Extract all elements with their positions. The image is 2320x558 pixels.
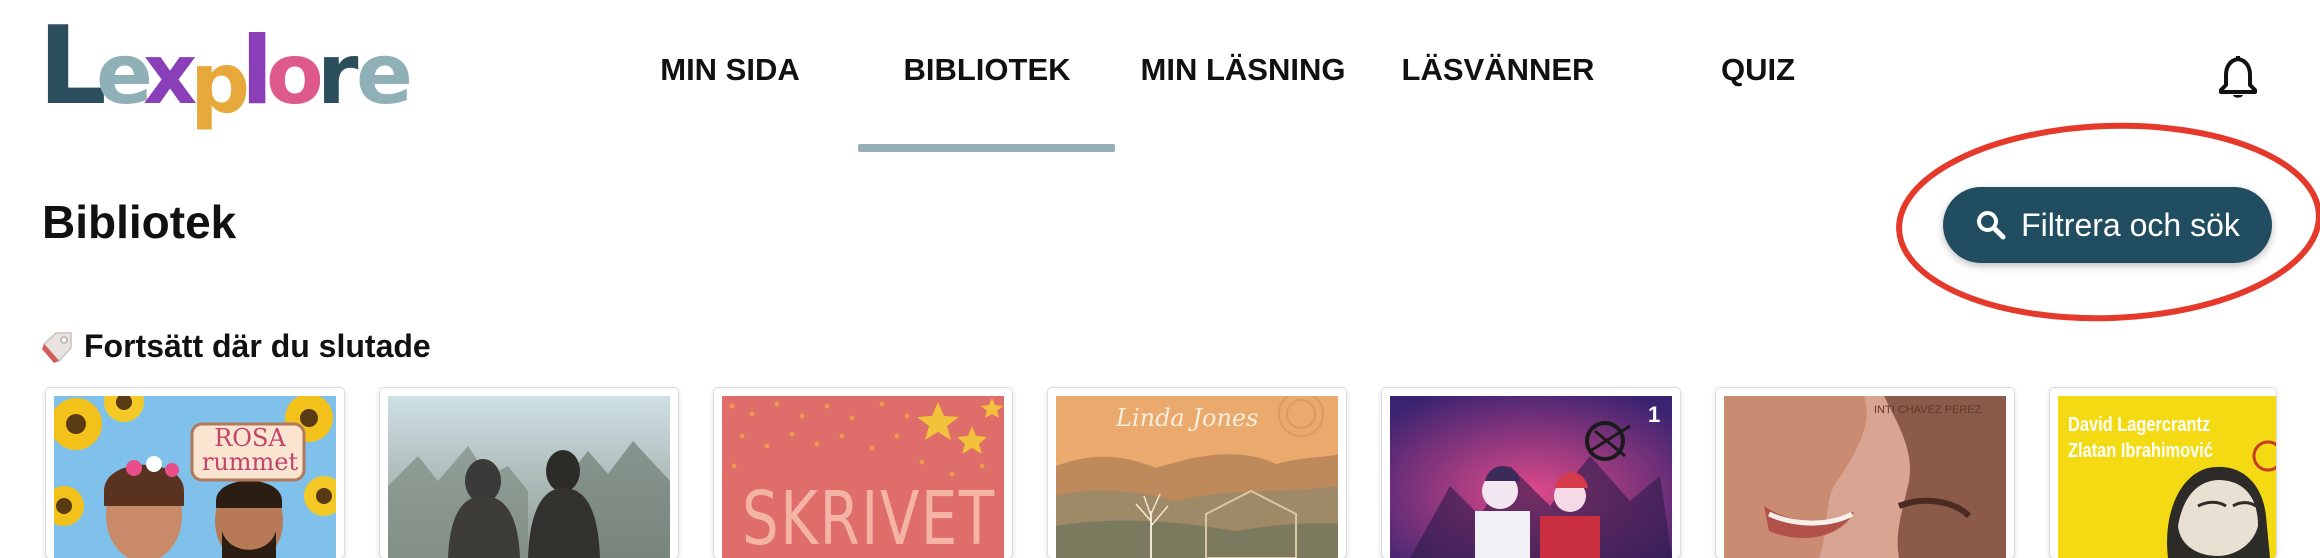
- notifications-button[interactable]: [2216, 52, 2260, 100]
- book-cover-4-author: Linda Jones: [1116, 404, 1259, 432]
- nav-item-bibliotek[interactable]: BIBLIOTEK: [888, 52, 1086, 92]
- book-cover-1-title: ROSA rummet: [201, 424, 299, 476]
- book-cover-3-title: SKRIVET I: [742, 476, 1004, 558]
- book-cover-6-author: INTI CHAVEZ PEREZ: [1874, 404, 1982, 416]
- nav-item-min-sida[interactable]: MIN SIDA: [650, 52, 810, 92]
- book-cover-3[interactable]: SKRIVET I: [714, 388, 1012, 558]
- book-cover-7[interactable]: David Lagercrantz Zlatan Ibrahimović: [2050, 388, 2276, 558]
- book-cover-5[interactable]: 1: [1382, 388, 1680, 558]
- book-cover-5-art: [1390, 396, 1672, 558]
- search-icon: [1977, 211, 2006, 240]
- book-cover-4[interactable]: Linda Jones: [1048, 388, 1346, 558]
- section-heading: Fortsätt där du slutade: [40, 328, 431, 365]
- page-title: Bibliotek: [42, 196, 237, 248]
- book-cover-7-authors: David Lagercrantz Zlatan Ibrahimović: [2068, 414, 2213, 462]
- book-cover-2[interactable]: [380, 388, 678, 558]
- book-cover-2-art: [388, 396, 670, 558]
- nav-item-min-lasning[interactable]: MIN LÄSNING: [1128, 52, 1358, 92]
- active-tab-indicator: [858, 144, 1115, 152]
- nav-item-lasvanner[interactable]: LÄSVÄNNER: [1398, 52, 1598, 92]
- book-cover-1[interactable]: ROSA rummet: [46, 388, 344, 558]
- tag-icon: [42, 331, 72, 363]
- main-nav: MIN SIDA BIBLIOTEK MIN LÄSNING LÄSVÄNNER…: [0, 0, 2320, 152]
- section-title: Fortsätt där du slutade: [84, 328, 431, 364]
- book-cover-6-art: [1724, 396, 2006, 558]
- filter-search-label: Filtrera och sök: [2021, 206, 2240, 243]
- book-cover-6[interactable]: INTI CHAVEZ PEREZ: [1716, 388, 2014, 558]
- nav-item-quiz[interactable]: QUIZ: [1708, 52, 1808, 92]
- filter-search-button[interactable]: Filtrera och sök: [1943, 187, 2272, 263]
- book-cover-1-art: [54, 396, 336, 558]
- book-cover-5-volume: 1: [1648, 402, 1661, 427]
- bell-icon: [2219, 55, 2257, 98]
